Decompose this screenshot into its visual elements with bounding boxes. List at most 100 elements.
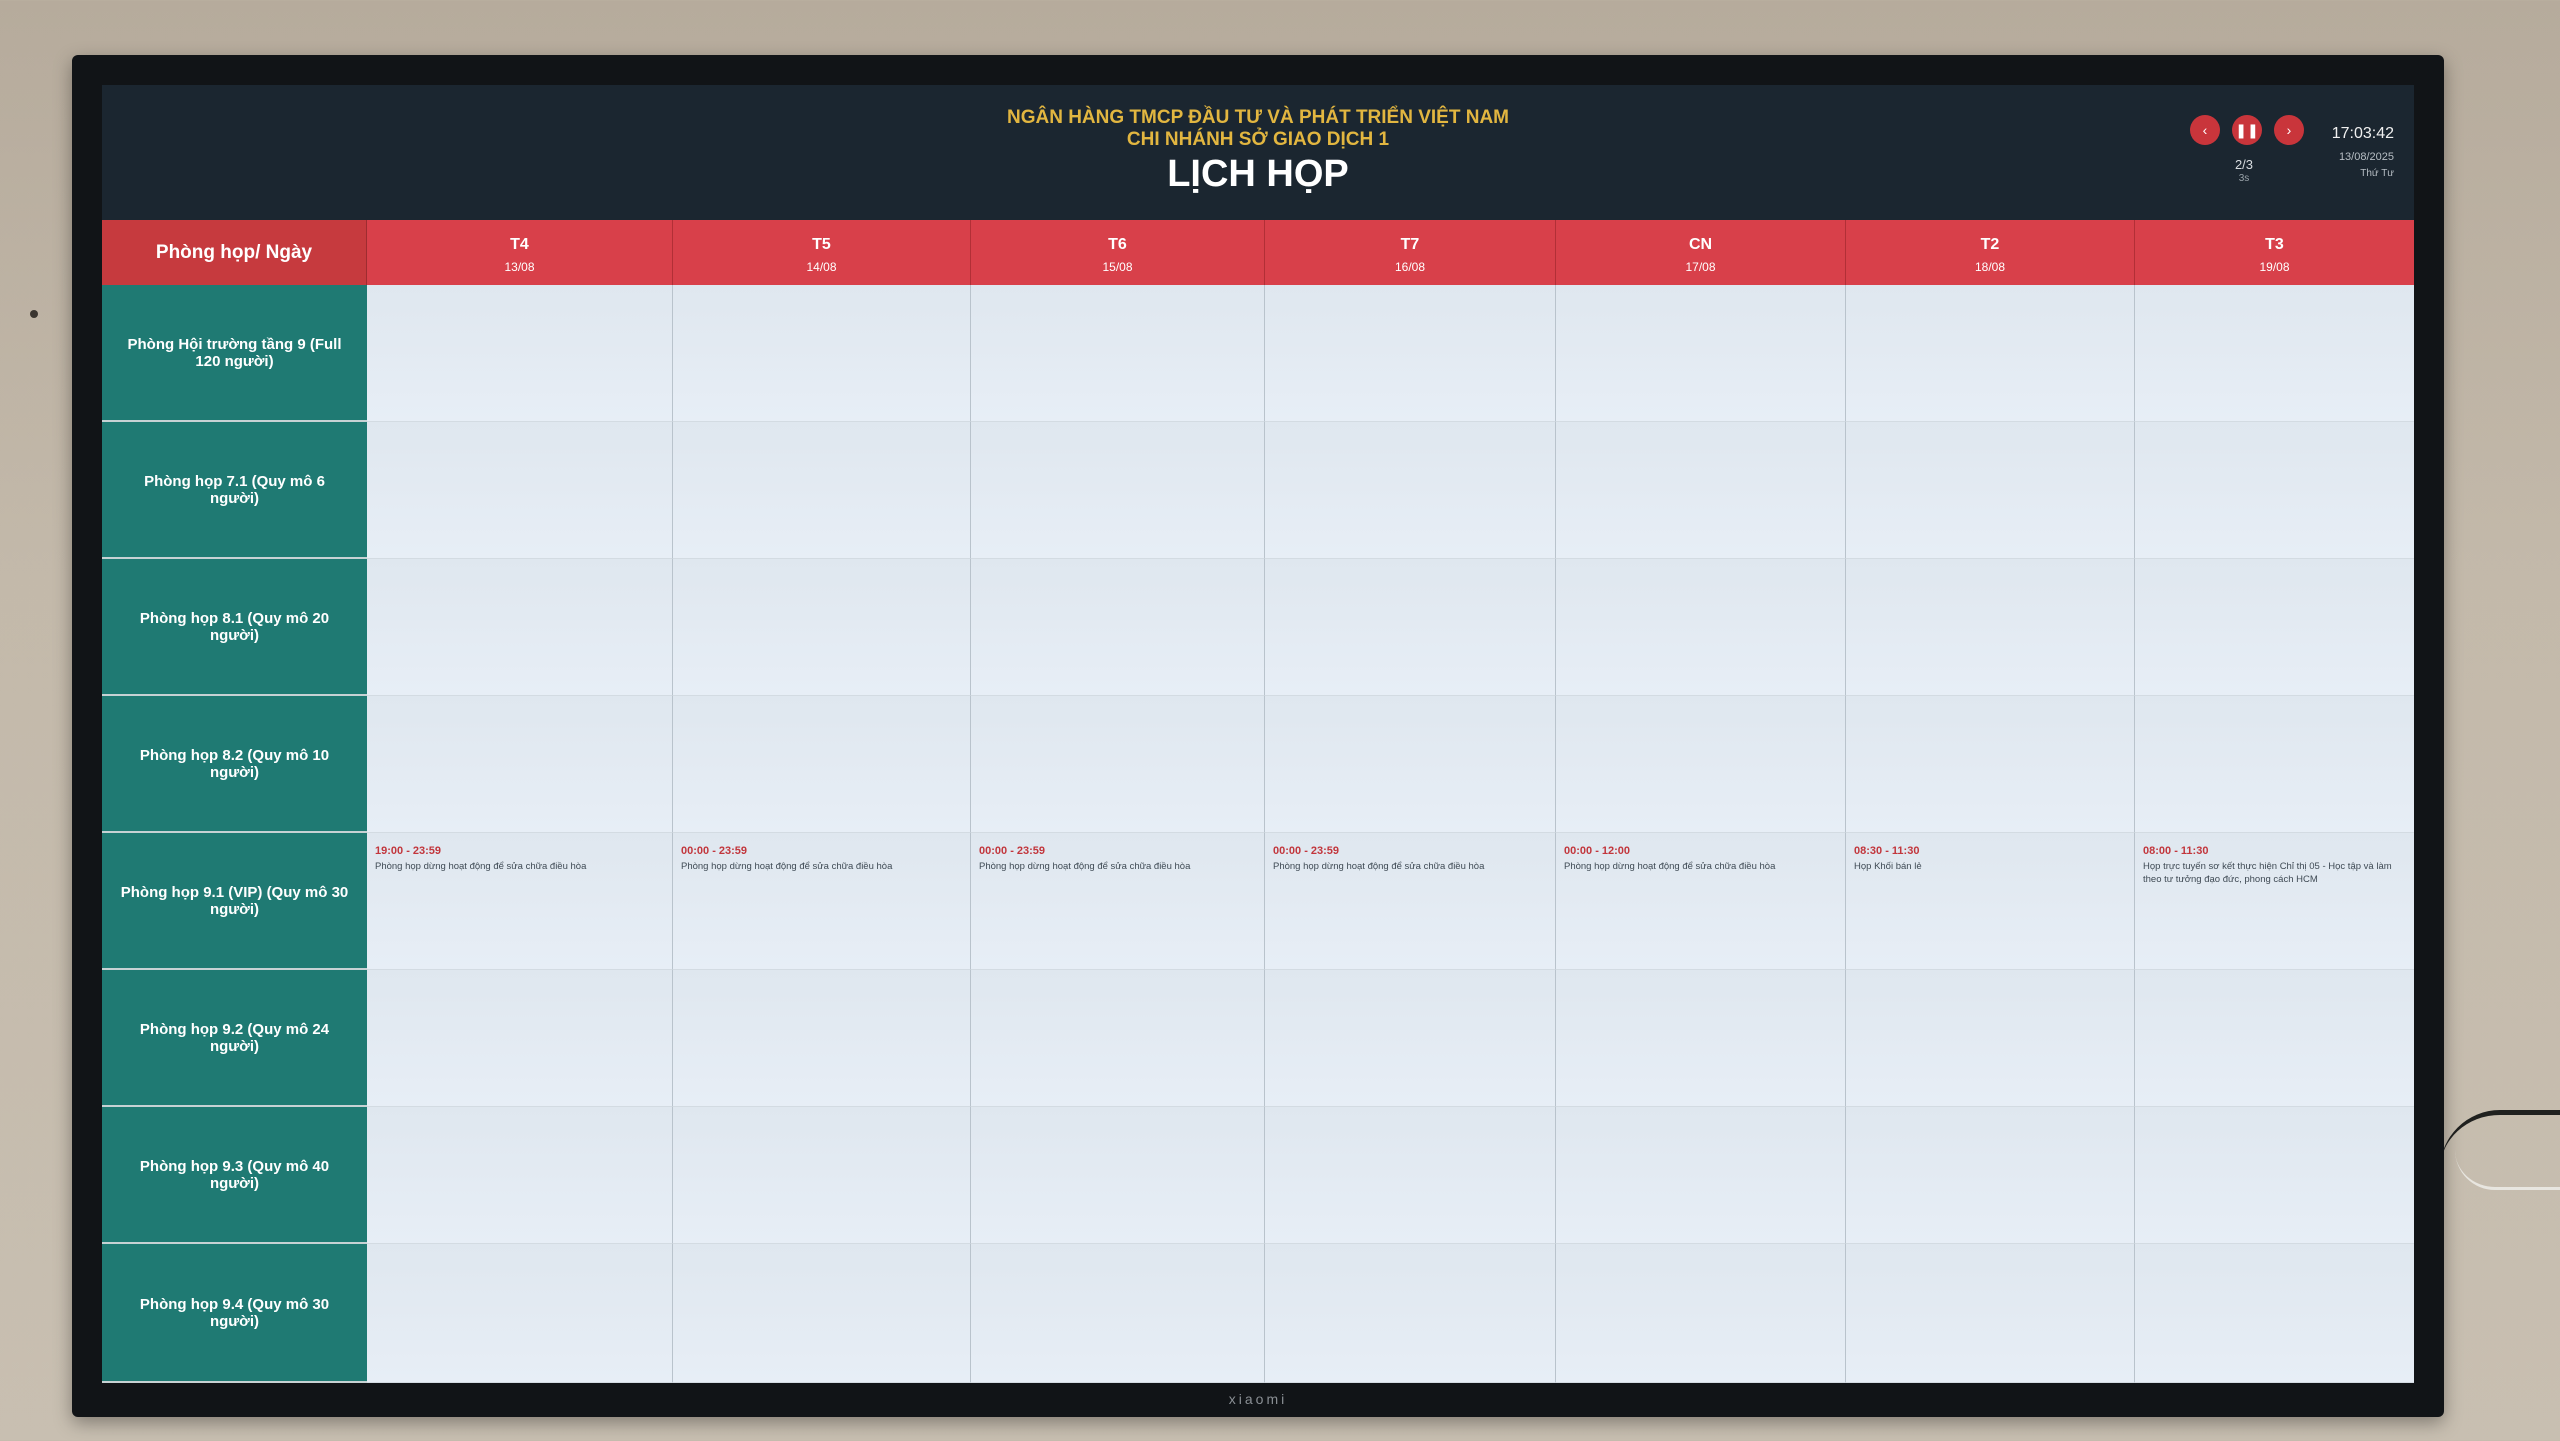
event-title: Họp Khối bán lẻ xyxy=(1854,861,1922,872)
schedule-cell[interactable] xyxy=(1265,1244,1556,1383)
day-name: T4 xyxy=(510,236,529,253)
schedule-cell[interactable] xyxy=(1556,696,1846,833)
schedule-cell[interactable] xyxy=(1846,970,2135,1107)
schedule-cell[interactable] xyxy=(673,1244,971,1383)
schedule-cell[interactable] xyxy=(1846,422,2135,559)
schedule-cell[interactable] xyxy=(2135,422,2414,559)
day-date: 15/08 xyxy=(1102,260,1133,274)
schedule-cell[interactable] xyxy=(971,422,1265,559)
day-date: 17/08 xyxy=(1685,260,1716,274)
schedule-cell[interactable] xyxy=(971,1107,1265,1244)
next-page-button[interactable]: › xyxy=(2274,115,2304,145)
schedule-cell[interactable] xyxy=(1846,559,2135,696)
day-header: T4 13/08 xyxy=(367,220,673,285)
schedule-cell[interactable] xyxy=(1556,559,1846,696)
schedule-cell[interactable] xyxy=(367,970,673,1107)
schedule-cell[interactable] xyxy=(2135,1107,2414,1244)
schedule-cell[interactable] xyxy=(2135,1244,2414,1383)
room-label: Phòng họp 9.2 (Quy mô 24 người) xyxy=(102,970,367,1107)
schedule-cell[interactable] xyxy=(2135,559,2414,696)
room-label: Phòng họp 8.2 (Quy mô 10 người) xyxy=(102,696,367,833)
schedule-cell[interactable]: 19:00 - 23:59 Phòng họp dừng hoạt động đ… xyxy=(367,833,673,970)
event[interactable]: 00:00 - 23:59 Phòng họp dừng hoạt động đ… xyxy=(1273,845,1547,874)
schedule-cell[interactable] xyxy=(1846,1107,2135,1244)
wall-speck xyxy=(30,310,38,318)
day-header: T5 14/08 xyxy=(673,220,971,285)
schedule-cell[interactable] xyxy=(1846,285,2135,422)
schedule-cell[interactable]: 08:00 - 11:30 Họp trực tuyến sơ kết thực… xyxy=(2135,833,2414,970)
room-label: Phòng họp 9.3 (Quy mô 40 người) xyxy=(102,1107,367,1244)
event[interactable]: 08:30 - 11:30 Họp Khối bán lẻ xyxy=(1854,845,2126,874)
corner-header: Phòng họp/ Ngày xyxy=(102,220,367,285)
event[interactable]: 19:00 - 23:59 Phòng họp dừng hoạt động đ… xyxy=(375,845,664,874)
schedule-cell[interactable]: 00:00 - 12:00 Phòng họp dừng hoạt động đ… xyxy=(1556,833,1846,970)
schedule-cell[interactable]: 00:00 - 23:59 Phòng họp dừng hoạt động đ… xyxy=(1265,833,1556,970)
day-name: T2 xyxy=(1980,236,2000,253)
schedule-cell[interactable] xyxy=(1556,422,1846,559)
schedule-cell[interactable] xyxy=(1265,1107,1556,1244)
schedule-cell[interactable] xyxy=(367,1244,673,1383)
schedule-cell[interactable] xyxy=(367,1107,673,1244)
schedule-cell[interactable] xyxy=(673,696,971,833)
schedule-cell[interactable] xyxy=(1265,285,1556,422)
schedule-cell[interactable] xyxy=(2135,696,2414,833)
event-title: Phòng họp dừng hoạt động để sửa chữa điề… xyxy=(681,861,893,872)
schedule-cell[interactable] xyxy=(1556,1107,1846,1244)
page-title: LỊCH HỌP xyxy=(1167,153,1349,195)
schedule-cell[interactable] xyxy=(2135,970,2414,1107)
schedule-cell[interactable] xyxy=(1556,970,1846,1107)
day-date: 19/08 xyxy=(2259,260,2290,274)
schedule-cell[interactable] xyxy=(1846,696,2135,833)
event-title: Họp trực tuyến sơ kết thực hiện Chỉ thị … xyxy=(2143,861,2392,885)
clock-date: 13/08/2025 xyxy=(2338,151,2394,163)
schedule-cell[interactable] xyxy=(971,696,1265,833)
schedule-cell[interactable] xyxy=(367,696,673,833)
page-interval: 3s xyxy=(2238,173,2250,184)
day-header: T7 16/08 xyxy=(1265,220,1556,285)
day-name: T5 xyxy=(812,236,831,253)
schedule-cell[interactable] xyxy=(367,285,673,422)
event[interactable]: 00:00 - 23:59 Phòng họp dừng hoạt động đ… xyxy=(681,845,962,874)
schedule-cell[interactable] xyxy=(1556,285,1846,422)
schedule-cell[interactable] xyxy=(1265,696,1556,833)
event-time: 00:00 - 12:00 xyxy=(1564,845,1631,857)
schedule-cell[interactable] xyxy=(673,1107,971,1244)
schedule-cell[interactable] xyxy=(673,559,971,696)
slideshow-controls: ‹ ❚❚ › xyxy=(2190,115,2304,145)
schedule-cell[interactable] xyxy=(2135,285,2414,422)
page-indicator: 2/3 xyxy=(2234,157,2254,172)
prev-page-button[interactable]: ‹ xyxy=(2190,115,2220,145)
event[interactable]: 00:00 - 23:59 Phòng họp dừng hoạt động đ… xyxy=(979,845,1256,874)
clock-weekday: Thứ Tư xyxy=(2360,168,2394,179)
schedule-cell[interactable] xyxy=(1556,1244,1846,1383)
schedule-cell[interactable] xyxy=(673,970,971,1107)
schedule-cell[interactable] xyxy=(1846,1244,2135,1383)
day-date: 16/08 xyxy=(1394,260,1426,274)
schedule-cell[interactable] xyxy=(673,422,971,559)
schedule-cell[interactable] xyxy=(367,422,673,559)
schedule-cell[interactable] xyxy=(971,285,1265,422)
event[interactable]: 08:00 - 11:30 Họp trực tuyến sơ kết thực… xyxy=(2143,845,2406,887)
schedule-cell[interactable] xyxy=(1265,559,1556,696)
schedule-cell[interactable] xyxy=(971,1244,1265,1383)
clock: 17:03:42 13/08/2025 Thứ Tư xyxy=(2332,125,2394,179)
schedule-cell[interactable] xyxy=(673,285,971,422)
schedule-cell[interactable] xyxy=(1265,970,1556,1107)
tv-frame: NGÂN HÀNG TMCP ĐẦU TƯ VÀ PHÁT TRIỂN VIỆT… xyxy=(72,55,2444,1417)
day-name: CN xyxy=(1688,236,1713,253)
schedule-cell[interactable]: 00:00 - 23:59 Phòng họp dừng hoạt động đ… xyxy=(971,833,1265,970)
schedule-cell[interactable]: 08:30 - 11:30 Họp Khối bán lẻ xyxy=(1846,833,2135,970)
schedule-cell[interactable]: 00:00 - 23:59 Phòng họp dừng hoạt động đ… xyxy=(673,833,971,970)
schedule-header: NGÂN HÀNG TMCP ĐẦU TƯ VÀ PHÁT TRIỂN VIỆT… xyxy=(102,85,2414,220)
event-time: 00:00 - 23:59 xyxy=(979,845,1046,857)
day-header: T3 19/08 xyxy=(2135,220,2414,285)
schedule-cell[interactable] xyxy=(1265,422,1556,559)
pause-button[interactable]: ❚❚ xyxy=(2232,115,2262,145)
event[interactable]: 00:00 - 12:00 Phòng họp dừng hoạt động đ… xyxy=(1564,845,1837,874)
day-name: T7 xyxy=(1400,236,1420,253)
schedule-cell[interactable] xyxy=(971,970,1265,1107)
branch-name: CHI NHÁNH SỞ GIAO DỊCH 1 xyxy=(1126,129,1390,150)
schedule-cell[interactable] xyxy=(971,559,1265,696)
schedule-cell[interactable] xyxy=(367,559,673,696)
room-label: Phòng họp 7.1 (Quy mô 6 người) xyxy=(102,422,367,559)
